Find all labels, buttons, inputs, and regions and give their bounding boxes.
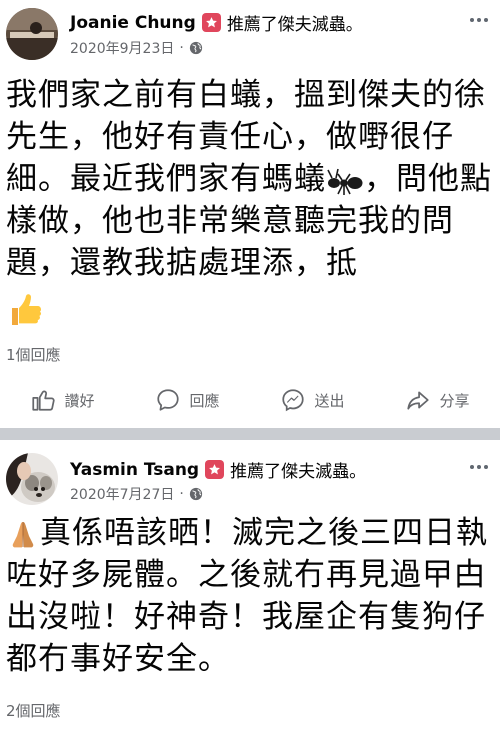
meta-separator: · <box>179 486 184 502</box>
send-label: 送出 <box>314 391 345 410</box>
post-date[interactable]: 2020年9月23日 <box>70 38 174 58</box>
comment-icon <box>157 389 180 411</box>
reply-count[interactable]: 2個回應 <box>6 700 61 721</box>
author-line: Yasmin Tsang 推薦了傑夫滅蟲。 <box>70 457 366 483</box>
share-button[interactable]: 分享 <box>375 382 500 418</box>
post-date[interactable]: 2020年7月27日 <box>70 484 174 504</box>
globe-icon <box>189 41 202 55</box>
reply-count[interactable]: 1個回應 <box>6 344 61 365</box>
dot-icon <box>484 465 488 469</box>
dot-icon <box>477 465 481 469</box>
folded-hands-icon <box>12 521 34 547</box>
post-text-part: 真係唔該晒！滅完之後三四日執咗好多屍體。之後就冇再見過曱甴出沒啦！好神奇！我屋企… <box>6 515 488 677</box>
avatar[interactable] <box>6 8 58 60</box>
comment-button[interactable]: 回應 <box>125 382 250 418</box>
author-line: Joanie Chung 推薦了傑夫滅蟲。 <box>70 10 363 36</box>
post-meta: 2020年7月27日 · <box>70 484 203 504</box>
meta-separator: · <box>179 40 184 56</box>
post-body: 我們家之前有白蟻，搵到傑夫的徐先生，他好有責任心，做嘢很仔細。最近我們家有螞蟻 … <box>6 74 496 284</box>
recommend-star-icon <box>201 13 221 32</box>
like-button[interactable]: 讚好 <box>0 382 125 418</box>
recommend-text[interactable]: 推薦了傑夫滅蟲。 <box>230 457 366 482</box>
post-meta: 2020年9月23日 · <box>70 38 203 58</box>
action-bar: 讚好 回應 送出 分享 <box>0 382 500 418</box>
share-label: 分享 <box>439 391 470 410</box>
thumbs-up-icon <box>12 294 42 325</box>
recommend-text[interactable]: 推薦了傑夫滅蟲。 <box>227 10 363 35</box>
dot-icon <box>484 18 488 22</box>
more-options-button[interactable] <box>464 457 494 477</box>
globe-icon <box>189 487 202 501</box>
author-name[interactable]: Joanie Chung <box>70 13 196 33</box>
more-options-button[interactable] <box>464 10 494 30</box>
comment-label: 回應 <box>189 391 220 410</box>
dot-icon <box>477 18 481 22</box>
post-card: Yasmin Tsang 推薦了傑夫滅蟲。 2020年7月27日 · 真係唔該晒… <box>0 440 500 731</box>
send-button[interactable]: 送出 <box>250 382 375 418</box>
ant-icon <box>327 168 363 195</box>
author-name[interactable]: Yasmin Tsang <box>70 460 199 480</box>
post-card: Joanie Chung 推薦了傑夫滅蟲。 2020年9月23日 · 我們家之前… <box>0 0 500 428</box>
dot-icon <box>470 18 474 22</box>
recommend-star-icon <box>205 460 225 479</box>
share-icon <box>407 391 430 410</box>
messenger-icon <box>282 389 305 412</box>
post-body: 真係唔該晒！滅完之後三四日執咗好多屍體。之後就冇再見過曱甴出沒啦！好神奇！我屋企… <box>6 512 496 680</box>
like-label: 讚好 <box>64 391 95 410</box>
like-icon <box>32 390 56 411</box>
avatar[interactable] <box>6 453 58 505</box>
dot-icon <box>470 465 474 469</box>
post-divider <box>0 428 500 440</box>
